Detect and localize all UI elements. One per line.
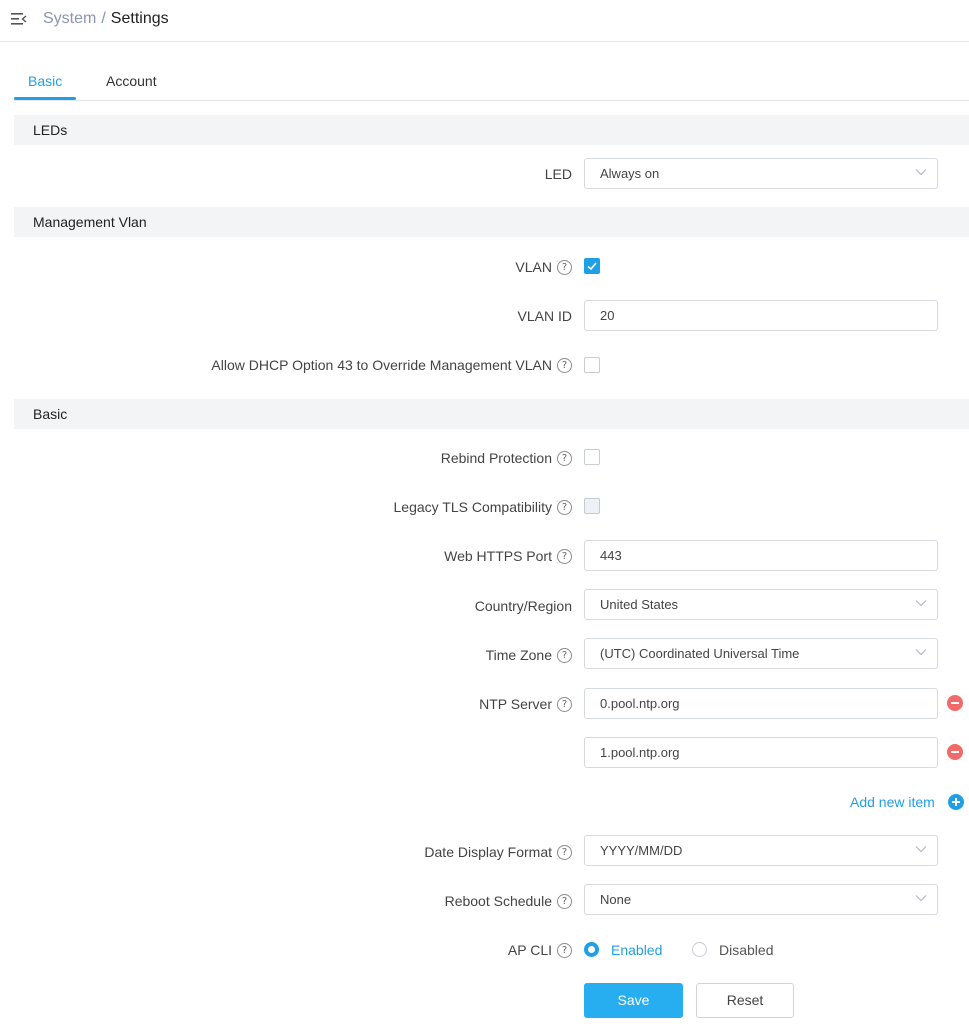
vlan-checkbox[interactable] [584, 258, 600, 274]
help-icon[interactable]: ? [557, 357, 572, 373]
country-region-value: United States [600, 597, 679, 612]
remove-icon[interactable] [947, 744, 963, 760]
ap-cli-disabled-label[interactable]: Disabled [719, 941, 773, 959]
page-title: Settings [110, 10, 169, 27]
help-icon[interactable]: ? [557, 548, 572, 564]
vlan-id-label: VLAN ID [517, 308, 572, 324]
breadcrumb: System / Settings [43, 9, 169, 29]
tab-account[interactable]: Account [106, 72, 157, 90]
dhcp-option43-label: Allow DHCP Option 43 to Override Managem… [211, 356, 572, 374]
dhcp-option43-checkbox[interactable] [584, 357, 600, 373]
section-management-vlan-header: Management Vlan [14, 207, 969, 237]
ntp-server-label: NTP Server? [479, 695, 572, 713]
vlan-label: VLAN? [515, 258, 572, 276]
remove-icon[interactable] [947, 695, 963, 711]
reboot-schedule-label: Reboot Schedule? [445, 892, 572, 910]
help-icon[interactable]: ? [557, 450, 572, 466]
rebind-protection-label: Rebind Protection? [441, 449, 572, 467]
add-icon[interactable] [948, 794, 964, 810]
time-zone-select[interactable]: (UTC) Coordinated Universal Time [584, 638, 938, 669]
chevron-down-icon [915, 169, 927, 176]
chevron-down-icon [915, 600, 927, 607]
help-icon[interactable]: ? [557, 893, 572, 909]
section-leds-header: LEDs [14, 115, 969, 145]
help-icon[interactable]: ? [557, 696, 572, 712]
help-icon[interactable]: ? [557, 844, 572, 860]
ntp-server-input-2[interactable] [584, 737, 938, 768]
legacy-tls-checkbox[interactable] [584, 498, 600, 514]
save-button[interactable]: Save [584, 983, 683, 1018]
menu-collapse-icon[interactable] [10, 11, 28, 27]
tab-basic[interactable]: Basic [28, 72, 62, 90]
help-icon[interactable]: ? [557, 942, 572, 958]
https-port-input[interactable] [584, 540, 938, 571]
date-format-label: Date Display Format? [424, 843, 572, 861]
help-icon[interactable]: ? [557, 499, 572, 515]
reboot-schedule-value: None [600, 892, 632, 907]
country-region-label: Country/Region [474, 598, 572, 614]
legacy-tls-label: Legacy TLS Compatibility? [394, 498, 572, 516]
breadcrumb-separator: / [101, 10, 106, 27]
add-new-item-link[interactable]: Add new item [850, 793, 935, 811]
chevron-down-icon [915, 895, 927, 902]
help-icon[interactable]: ? [557, 259, 572, 275]
date-format-value: YYYY/MM/DD [600, 843, 683, 858]
vlan-id-input[interactable] [584, 300, 938, 331]
ap-cli-enabled-radio[interactable] [584, 942, 599, 957]
reset-button[interactable]: Reset [696, 983, 794, 1018]
led-select[interactable]: Always on [584, 158, 938, 189]
breadcrumb-parent[interactable]: System [43, 10, 96, 27]
rebind-protection-checkbox[interactable] [584, 449, 600, 465]
ntp-server-input-1[interactable] [584, 688, 938, 719]
chevron-down-icon [915, 846, 927, 853]
led-label: LED [544, 166, 572, 182]
ap-cli-disabled-radio[interactable] [692, 942, 707, 957]
https-port-label: Web HTTPS Port? [444, 547, 572, 565]
chevron-down-icon [915, 649, 927, 656]
checkmark-icon [587, 262, 597, 271]
time-zone-value: (UTC) Coordinated Universal Time [600, 646, 800, 661]
ap-cli-enabled-label[interactable]: Enabled [611, 941, 662, 959]
help-icon[interactable]: ? [557, 647, 572, 663]
led-select-value: Always on [600, 166, 660, 181]
time-zone-label: Time Zone? [486, 646, 572, 664]
reboot-schedule-select[interactable]: None [584, 884, 938, 915]
country-region-select[interactable]: United States [584, 589, 938, 620]
top-bar: System / Settings [0, 0, 969, 42]
ap-cli-label: AP CLI? [508, 941, 572, 959]
date-format-select[interactable]: YYYY/MM/DD [584, 835, 938, 866]
active-tab-indicator [14, 97, 76, 100]
tab-bar: Basic Account [14, 60, 969, 101]
section-basic-header: Basic [14, 399, 969, 429]
